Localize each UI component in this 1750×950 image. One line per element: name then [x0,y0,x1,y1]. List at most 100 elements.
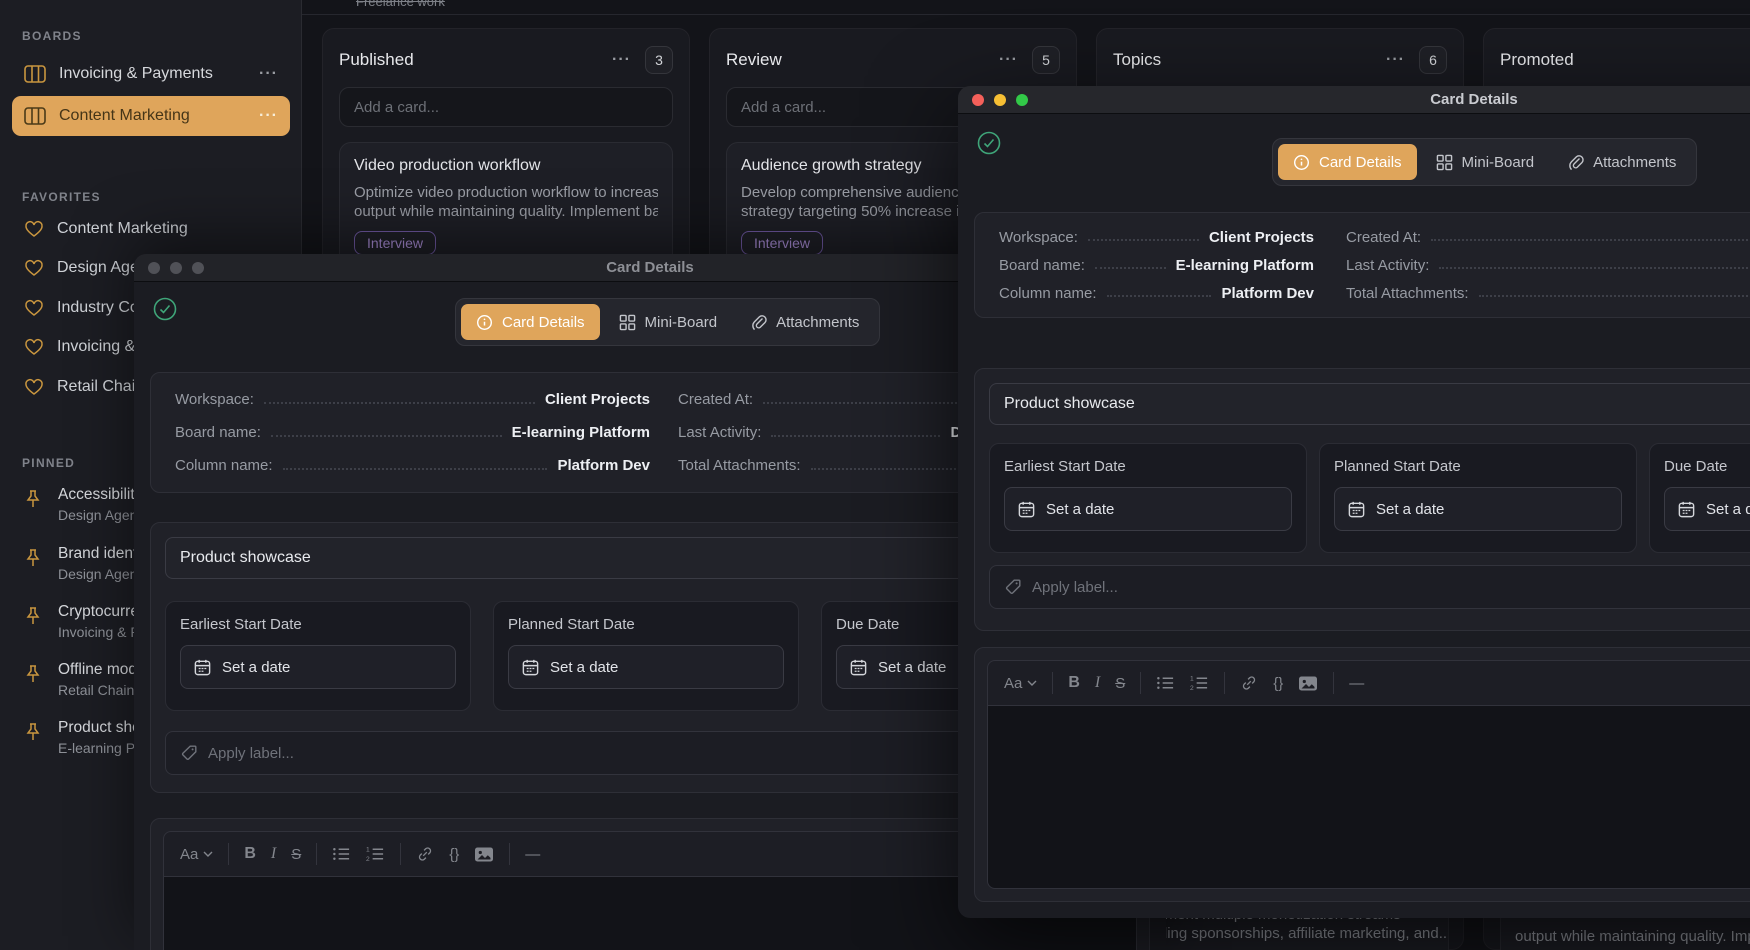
window-controls [148,262,204,274]
column-header: Review ··· 5 [726,45,1060,75]
more-menu-icon[interactable]: ··· [259,107,278,125]
meta-value: Platform Dev [557,457,650,474]
column-count-badge: 6 [1419,46,1447,74]
add-card-input[interactable]: Add a card... [339,87,673,127]
column-title: Published [339,50,414,70]
tab-mini-board[interactable]: Mini-Board [1421,144,1550,180]
card-label-tag[interactable]: Interview [354,231,436,255]
check-circle-icon[interactable] [150,294,180,324]
sidebar-item-content-marketing[interactable]: Content Marketing ··· [12,96,290,136]
meta-row: Workspace:Client Projects Created At: [999,229,1750,246]
dot-leader [1107,295,1212,297]
ordered-list-button[interactable]: 12 [366,846,385,862]
bullet-list-button[interactable] [332,846,351,862]
font-style-dropdown[interactable]: Aa [180,846,213,863]
toolbar-divider [400,843,401,865]
font-style-dropdown[interactable]: Aa [1004,675,1037,692]
card-description: Optimize video production workflow to in… [354,183,658,221]
ordered-list-button[interactable]: 12 [1190,675,1209,691]
more-menu-icon[interactable]: ··· [259,65,278,83]
italic-button[interactable]: I [1095,674,1100,692]
favorite-label: Retail Chai [57,378,135,396]
pin-icon [24,664,42,684]
toolbar-divider [509,843,510,865]
tab-attachments[interactable]: Attachments [736,304,874,340]
image-button[interactable] [1298,675,1318,692]
board-icon [24,64,46,84]
kanban-card[interactable]: Video production workflow Optimize video… [339,142,673,270]
horizontal-rule-button[interactable]: — [525,846,540,863]
link-button[interactable] [416,845,434,863]
column-title: Topics [1113,50,1161,70]
card-details-window-front: Card Details Card Details Mini-Board Att… [958,86,1750,918]
strikethrough-button[interactable]: S [1115,675,1125,692]
apply-label-input[interactable]: Apply label... [989,565,1750,609]
dot-leader [1095,267,1166,269]
dot-leader [1431,239,1750,241]
editor-content-area[interactable] [987,706,1750,889]
toolbar-divider [228,843,229,865]
horizontal-rule-button[interactable]: — [1349,675,1364,692]
window-titlebar[interactable]: Card Details [958,86,1750,114]
link-button[interactable] [1240,674,1258,692]
board-icon [24,106,46,126]
minimize-button[interactable] [170,262,182,274]
description-editor: Aa B I S 12 {} — [974,647,1750,902]
zoom-button[interactable] [1016,94,1028,106]
dot-leader [283,468,548,470]
zoom-button[interactable] [192,262,204,274]
meta-label: Last Activity: [1346,257,1429,274]
favorite-label: Content Marketing [57,220,188,238]
pin-icon [24,548,42,568]
set-date-button[interactable]: Set a date [180,645,456,689]
dot-leader [271,435,502,437]
card-title-input[interactable]: Product showcase [989,383,1750,425]
italic-button[interactable]: I [271,845,276,863]
grid-icon [1436,154,1453,171]
tab-mini-board[interactable]: Mini-Board [604,304,733,340]
date-field-label: Earliest Start Date [1004,458,1292,475]
set-date-button[interactable]: Set a date [1004,487,1292,531]
sidebar-item-label: Invoicing & Payments [59,65,213,83]
code-button[interactable]: {} [1273,675,1283,692]
tab-attachments[interactable]: Attachments [1553,144,1691,180]
code-button[interactable]: {} [449,846,459,863]
meta-label: Created At: [1346,229,1421,246]
sidebar-item-invoicing-payments[interactable]: Invoicing & Payments ··· [12,54,290,94]
set-date-button[interactable]: Set a date [1334,487,1622,531]
minimize-button[interactable] [994,94,1006,106]
bold-button[interactable]: B [244,845,256,863]
image-button[interactable] [474,846,494,863]
set-date-button[interactable]: Set a date [1664,487,1750,531]
column-menu-icon[interactable]: ··· [1386,51,1405,69]
meta-label: Total Attachments: [678,457,801,474]
column-menu-icon[interactable]: ··· [612,51,631,69]
tab-card-details[interactable]: Card Details [461,304,600,340]
check-circle-icon[interactable] [974,128,1004,158]
strikethrough-button[interactable]: S [291,846,301,863]
close-button[interactable] [148,262,160,274]
info-icon [476,314,493,331]
tab-card-details[interactable]: Card Details [1278,144,1417,180]
svg-text:1: 1 [366,847,370,854]
date-fields-row: Earliest Start Date Set a date Planned S… [989,443,1750,553]
date-field-label: Planned Start Date [1334,458,1622,475]
set-date-button[interactable]: Set a date [508,645,784,689]
editor-toolbar: Aa B I S 12 {} — [987,660,1750,706]
bold-button[interactable]: B [1068,674,1080,692]
meta-label: Column name: [999,285,1097,302]
svg-text:2: 2 [1190,685,1194,691]
column-menu-icon[interactable]: ··· [999,51,1018,69]
bullet-list-button[interactable] [1156,675,1175,691]
favorite-item[interactable]: Content Marketing [12,210,290,248]
toolbar-divider [1333,672,1334,694]
card-description-line: including sponsorships, affiliate market… [1128,924,1449,943]
calendar-icon [1677,500,1696,519]
paperclip-icon [751,314,767,331]
card-label-tag[interactable]: Interview [741,231,823,255]
meta-label: Last Activity: [678,424,761,441]
dot-leader [811,468,968,470]
card-title: Video production workflow [354,157,658,175]
close-button[interactable] [972,94,984,106]
date-field-planned-start: Planned Start Date Set a date [1319,443,1637,553]
